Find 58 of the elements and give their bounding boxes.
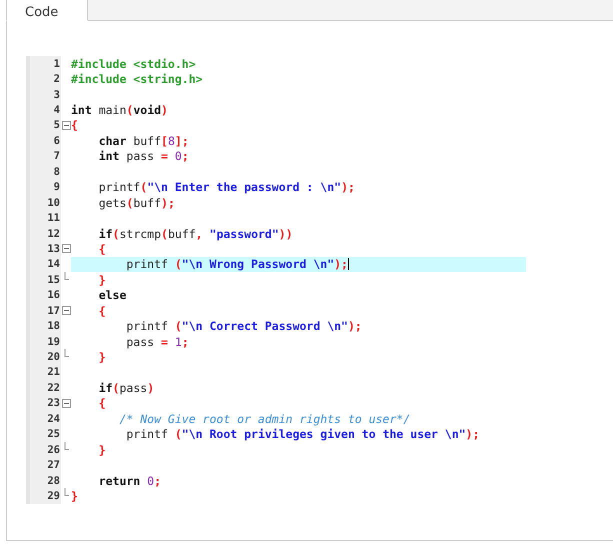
line-number: 22 — [26, 380, 61, 396]
line-number: 14 — [26, 256, 61, 272]
code-line: printf ("\n Correct Password \n"); — [125, 318, 363, 334]
code-line: int pass = 0; — [98, 148, 190, 164]
line-number: 26 — [26, 442, 61, 458]
collapse-icon[interactable] — [62, 398, 70, 408]
line-number: 17 — [26, 303, 61, 318]
code-line: #include <stdio.h> — [71, 56, 197, 72]
line-number: 19 — [26, 334, 61, 350]
code-line: { — [98, 396, 107, 412]
collapse-icon[interactable] — [62, 120, 70, 130]
line-number: 23 — [26, 396, 61, 412]
line-number: 12 — [26, 226, 61, 242]
line-number: 28 — [26, 472, 61, 488]
collapse-icon[interactable] — [62, 306, 70, 315]
code-line: else — [98, 288, 128, 303]
code-line: } — [98, 272, 107, 288]
code-line: printf("\n Enter the password : \n"); — [98, 180, 356, 195]
tab[interactable]: Code — [6, 0, 88, 21]
line-number: 2 — [26, 71, 61, 87]
line-number: 20 — [26, 349, 61, 365]
line-number: 29 — [26, 488, 61, 504]
line-number: 13 — [26, 241, 61, 257]
code-line: { — [98, 241, 107, 257]
line-number: 6 — [26, 133, 61, 149]
code-line: } — [98, 349, 107, 365]
line-number: 21 — [26, 364, 61, 380]
code-line: int main(void) — [71, 102, 169, 118]
line-number: 11 — [26, 210, 61, 226]
line-number: 4 — [26, 102, 61, 118]
code-line: #include <string.h> — [71, 71, 204, 87]
code-line: printf ("\n Root privileges given to the user \n"); — [125, 426, 481, 442]
collapse-icon[interactable] — [62, 244, 70, 254]
line-number: 10 — [26, 194, 61, 210]
code-line: if(pass) — [98, 380, 156, 396]
line-number: 15 — [26, 272, 61, 288]
code-line: } — [98, 442, 107, 458]
code-line: } — [71, 488, 79, 504]
line-number: 27 — [26, 457, 61, 473]
line-number: 1 — [26, 56, 61, 72]
code-line: pass = 1; — [125, 334, 190, 350]
code-line: char buff[8]; — [98, 133, 190, 149]
line-number: 9 — [26, 180, 61, 195]
line-number: 7 — [26, 148, 61, 164]
line-number: 18 — [26, 318, 61, 334]
line-number: 5 — [26, 118, 61, 134]
code-line: gets(buff); — [98, 194, 176, 210]
line-number: 25 — [26, 426, 61, 442]
code-line: return 0; — [98, 472, 162, 488]
code-line: if(strcmp(buff, "password")) — [98, 226, 294, 242]
text-cursor — [348, 258, 349, 270]
code-line: { — [71, 118, 79, 134]
code-line: { — [98, 303, 107, 318]
line-number: 16 — [26, 288, 61, 303]
line-number: 8 — [26, 164, 61, 180]
line-number: 3 — [26, 86, 61, 102]
code-line: /* Now Give root or admin rights to user*/ — [118, 411, 412, 426]
line-number: 24 — [26, 411, 61, 426]
